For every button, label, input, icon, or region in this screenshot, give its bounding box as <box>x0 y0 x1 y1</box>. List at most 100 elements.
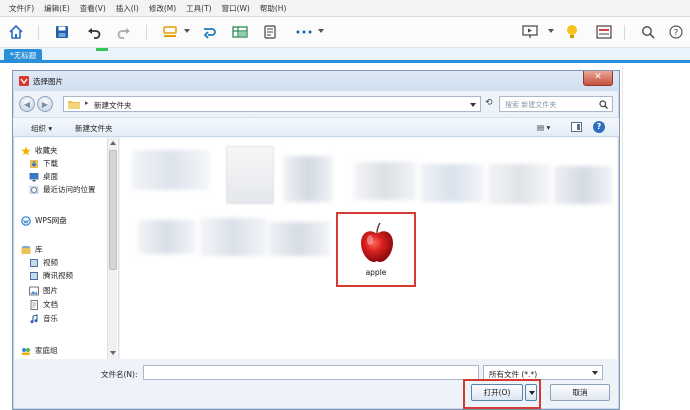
breadcrumb-chevron[interactable]: ▸ <box>85 99 89 107</box>
menu-edit[interactable]: 编辑(E) <box>39 3 75 14</box>
chevron-down-icon[interactable] <box>470 103 476 107</box>
sidebar-item-label: 最近访问的位置 <box>43 185 96 194</box>
dialog-title: 选择图片 <box>33 77 63 86</box>
sidebar-item-tencent-video[interactable]: 腾讯视频 <box>29 269 73 282</box>
preview-pane-button[interactable] <box>571 122 582 132</box>
dialog-titlebar[interactable]: 选择图片 ✕ <box>13 71 619 91</box>
menu-help[interactable]: 帮助(H) <box>255 3 292 14</box>
redo-icon[interactable] <box>114 22 134 42</box>
search-input[interactable]: 搜索 新建文件夹 <box>499 96 613 112</box>
tab-document[interactable]: *无标题 <box>4 49 43 62</box>
home-icon[interactable] <box>6 22 26 42</box>
star-icon <box>21 146 31 156</box>
chevron-down-icon[interactable] <box>548 29 554 33</box>
chevron-down-icon[interactable] <box>592 371 598 375</box>
sidebar-item-music[interactable]: 音乐 <box>29 312 58 325</box>
file-thumbnail-blurred[interactable] <box>138 220 196 254</box>
sidebar-item-label: 图片 <box>43 286 58 295</box>
sidebar-item-label: 库 <box>35 245 43 254</box>
address-bar[interactable]: ▸ 新建文件夹 <box>63 96 481 112</box>
sidebar-item-label: 家庭组 <box>35 346 58 355</box>
open-options-button[interactable] <box>525 384 537 401</box>
apple-thumbnail <box>358 220 396 266</box>
chevron-down-icon[interactable] <box>318 29 324 33</box>
menu-file[interactable]: 文件(F) <box>4 3 39 14</box>
sidebar-item-wps-cloud[interactable]: WPS网盘 <box>21 214 67 227</box>
app-toolbar: ? <box>0 17 690 48</box>
document-icon <box>29 299 39 310</box>
organize-menu[interactable]: 组织 ▾ <box>31 123 52 134</box>
forward-button[interactable]: ▶ <box>37 96 53 112</box>
select-image-dialog: 选择图片 ✕ ◀ ▶ ▸ 新建文件夹 ⟲ 搜索 新建文件夹 组织 ▾ 新建文件夹… <box>12 70 620 410</box>
scroll-down-icon[interactable] <box>110 351 116 355</box>
folder-icon <box>68 100 80 111</box>
file-thumbnail-blurred[interactable] <box>554 166 612 204</box>
sidebar-item-downloads[interactable]: 下载 <box>29 157 58 170</box>
sidebar-item-homegroup[interactable]: 家庭组 <box>21 344 58 357</box>
file-item-apple[interactable]: apple <box>336 212 416 287</box>
sidebar-item-label: WPS网盘 <box>35 216 67 225</box>
file-thumbnail-blurred[interactable] <box>268 222 330 256</box>
wps-logo-icon <box>19 76 29 88</box>
sidebar-item-pictures[interactable]: 图片 <box>29 284 58 297</box>
open-button[interactable]: 打开(O) <box>471 384 523 401</box>
file-thumbnail-blurred[interactable] <box>226 146 274 204</box>
filetype-select[interactable]: 所有文件 (*.*) <box>483 365 603 380</box>
menu-modify[interactable]: 修改(M) <box>144 3 181 14</box>
library-icon <box>21 245 31 255</box>
navigation-pane: 收藏夹 下载 桌面 最近访问的位置 WPS网盘 库 视频 腾讯视频 图片 文档 … <box>15 138 119 359</box>
document-tabbar: *无标题 <box>0 48 690 63</box>
sidebar-item-videos[interactable]: 视频 <box>29 256 58 269</box>
sidebar-item-recent-places[interactable]: 最近访问的位置 <box>29 183 96 196</box>
sidebar-item-documents[interactable]: 文档 <box>29 298 58 311</box>
file-thumbnail-blurred[interactable] <box>132 150 210 190</box>
sidebar-item-favorites[interactable]: 收藏夹 <box>21 144 58 157</box>
refresh-button[interactable]: ⟲ <box>485 98 493 108</box>
link-icon[interactable] <box>200 22 220 42</box>
idea-icon[interactable] <box>562 22 582 42</box>
menu-tools[interactable]: 工具(T) <box>181 3 216 14</box>
outline-icon[interactable] <box>260 22 280 42</box>
present-icon[interactable] <box>520 22 540 42</box>
sidebar-item-label: 桌面 <box>43 172 58 181</box>
table-icon[interactable] <box>230 22 250 42</box>
sidebar-item-libraries[interactable]: 库 <box>21 243 43 256</box>
search-icon[interactable] <box>638 22 658 42</box>
file-thumbnail-blurred[interactable] <box>284 156 332 202</box>
search-placeholder: 搜索 新建文件夹 <box>505 101 557 109</box>
menu-view[interactable]: 查看(V) <box>75 3 111 14</box>
scrollbar-thumb[interactable] <box>109 150 117 270</box>
sidebar-item-desktop[interactable]: 桌面 <box>29 170 58 183</box>
sidebar-item-label: 音乐 <box>43 314 58 323</box>
menu-insert[interactable]: 插入(I) <box>111 3 144 14</box>
homegroup-icon <box>21 346 31 356</box>
toolbar-separator <box>38 25 39 40</box>
back-button[interactable]: ◀ <box>19 96 35 112</box>
breadcrumb-current-folder[interactable]: 新建文件夹 <box>94 100 132 111</box>
search-icon[interactable] <box>599 100 608 111</box>
more-icon[interactable] <box>294 22 314 42</box>
sidebar-item-label: 下载 <box>43 159 58 168</box>
video-icon <box>29 271 39 281</box>
help-icon[interactable]: ? <box>666 22 686 42</box>
style-icon[interactable] <box>160 22 180 42</box>
scroll-up-icon[interactable] <box>110 141 116 145</box>
undo-icon[interactable] <box>84 22 104 42</box>
layout-icon[interactable] <box>594 22 614 42</box>
close-button[interactable]: ✕ <box>583 71 613 86</box>
help-button[interactable]: ? <box>593 121 605 133</box>
svg-text:?: ? <box>674 29 679 39</box>
save-icon[interactable] <box>52 22 72 42</box>
navigation-scrollbar[interactable] <box>107 138 117 359</box>
file-thumbnail-blurred[interactable] <box>420 164 484 202</box>
sidebar-item-label: 视频 <box>43 258 58 267</box>
menu-window[interactable]: 窗口(W) <box>217 3 255 14</box>
file-thumbnail-blurred[interactable] <box>488 164 550 204</box>
new-folder-button[interactable]: 新建文件夹 <box>75 123 113 134</box>
chevron-down-icon[interactable] <box>184 29 190 33</box>
change-view-button[interactable]: ▤ ▾ <box>537 123 550 132</box>
filename-field[interactable] <box>143 365 479 380</box>
cancel-button[interactable]: 取消 <box>550 384 610 401</box>
file-thumbnail-blurred[interactable] <box>354 162 416 200</box>
file-thumbnail-blurred[interactable] <box>200 218 266 256</box>
